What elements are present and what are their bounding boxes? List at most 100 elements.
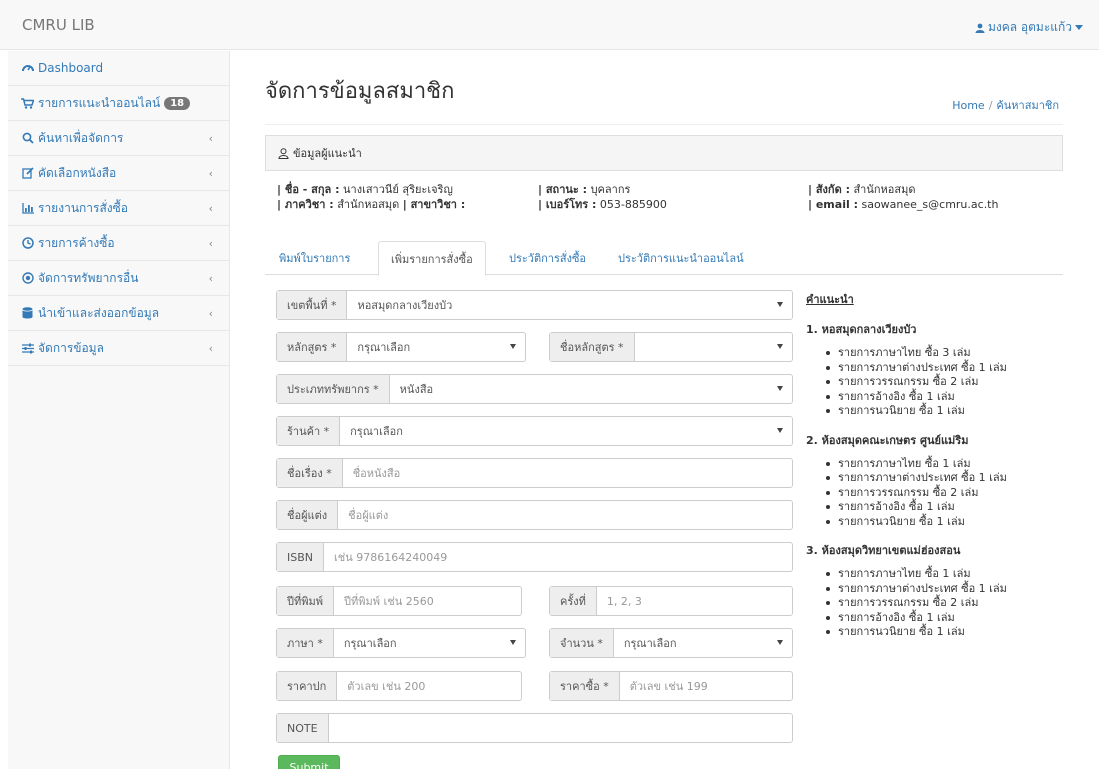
quantity-select[interactable]: จำนวน * กรุณาเลือก [549,628,793,658]
sidebar-item-label: รายงานการสั่งซื้อ [38,200,128,215]
resource-type-label: ประเภททรัพยากร * [277,375,390,403]
chevron-left-icon: ‹ [208,342,213,355]
title-label: ชื่อเรื่อง * [277,459,343,487]
user-menu[interactable]: มงคล อุตมะแก้ว [975,18,1083,37]
zone-value: หอสมุดกลางเวียงบัว [357,299,453,312]
isbn-input[interactable]: ISBN เช่น 9786164240049 [276,542,793,572]
brand-logo[interactable]: CMRU LIB [22,16,95,34]
chevron-left-icon: ‹ [208,272,213,285]
resource-type-value: หนังสือ [399,383,434,396]
sidebar-item-label: รายการแนะนำออนไลน์ [38,95,161,110]
user-icon [975,23,985,33]
chevron-left-icon: ‹ [208,202,213,215]
quantity-label: จำนวน * [550,629,614,657]
store-label: ร้านค้า * [277,417,341,445]
zone-label: เขตพื้นที่ * [277,291,348,319]
advice-heading: คำแนะนำ [806,293,854,306]
advice-panel: คำแนะนำ 1. หอสมุดกลางเวียงบัว รายการภาษา… [806,290,1086,652]
breadcrumb-separator: / [988,99,993,112]
caret-down-icon [777,640,783,645]
advice-section-title: 1. หอสมุดกลางเวียงบัว [806,323,917,336]
sidebar-item-data-manage[interactable]: จัดการข้อมูล ‹ [8,331,229,366]
list-item: รายการวรรณกรรม ซื้อ 2 เล่ม [826,596,1086,611]
tab-add-order[interactable]: เพิ่มรายการสั่งซื้อ [378,241,486,276]
divider [265,124,1063,125]
phone-label: | เบอร์โทร : [538,198,597,211]
isbn-label: ISBN [277,543,325,571]
database-icon [20,307,35,320]
list-item: รายการนวนิยาย ซื้อ 1 เล่ม [826,515,1086,530]
cover-price-placeholder: ตัวเลข เช่น 200 [347,680,426,693]
sidebar-item-select-books[interactable]: คัดเลือกหนังสือ ‹ [8,156,229,191]
sidebar-item-search-manage[interactable]: ค้นหาเพื่อจัดการ ‹ [8,121,229,156]
caret-down-icon [777,428,783,433]
dept-label: | ภาควิชา : [277,198,334,211]
resource-type-select[interactable]: ประเภททรัพยากร * หนังสือ [276,374,793,404]
caret-down-icon [777,302,783,307]
sidebar-item-label: จัดการข้อมูล [38,340,104,355]
title-input[interactable]: ชื่อเรื่อง * ชื่อหนังสือ [276,458,793,488]
list-item: รายการภาษาไทย ซื้อ 1 เล่ม [826,567,1086,582]
sidebar-item-label: คัดเลือกหนังสือ [38,165,117,180]
store-value: กรุณาเลือก [350,425,403,438]
caret-down-icon [777,344,783,349]
store-select[interactable]: ร้านค้า * กรุณาเลือก [276,416,793,446]
sidebar-item-online-recommend[interactable]: รายการแนะนำออนไลน์ 18 [8,86,229,121]
course-name-label: ชื่อหลักสูตร * [550,333,635,361]
edition-input[interactable]: ครั้งที่ 1, 2, 3 [549,586,793,616]
tab-print-list[interactable]: พิมพ์ใบรายการ [267,241,362,275]
edition-placeholder: 1, 2, 3 [606,594,642,608]
sidebar-item-label: รายการค้างซื้อ [38,235,115,250]
sidebar-item-other-resources[interactable]: จัดการทรัพยากรอื่น ‹ [8,261,229,296]
sidebar-item-import-export[interactable]: นำเข้าและส่งออกข้อมูล ‹ [8,296,229,331]
author-input[interactable]: ชื่อผู้แต่ง ชื่อผู้แต่ง [276,500,793,530]
course-name-select[interactable]: ชื่อหลักสูตร * [549,332,793,362]
list-item: รายการวรรณกรรม ซื้อ 2 เล่ม [826,486,1086,501]
user-name: มงคล อุตมะแก้ว [987,20,1072,34]
search-icon [20,132,35,145]
cart-icon [20,97,35,110]
caret-down-icon [510,640,516,645]
note-input[interactable]: NOTE [276,713,793,743]
zone-select[interactable]: เขตพื้นที่ * หอสมุดกลางเวียงบัว [276,290,793,320]
sidebar-item-dashboard[interactable]: Dashboard [8,51,229,86]
list-item: รายการวรรณกรรม ซื้อ 2 เล่ม [826,375,1086,390]
quantity-value: กรุณาเลือก [623,637,677,650]
list-item: รายการภาษาต่างประเทศ ซื้อ 1 เล่ม [826,582,1086,597]
name-value: นางเสาวนีย์ สุริยะเจริญ [343,183,453,196]
major-label: | สาขาวิชา : [402,198,466,211]
language-label: ภาษา * [277,629,334,657]
isbn-placeholder: เช่น 9786164240049 [334,551,448,564]
clock-icon [20,237,35,250]
sidebar-item-pending-orders[interactable]: รายการค้างซื้อ ‹ [8,226,229,261]
language-select[interactable]: ภาษา * กรุณาเลือก [276,628,526,658]
list-item: รายการอ้างอิง ซื้อ 1 เล่ม [826,500,1086,515]
edit-icon [20,167,35,180]
advice-list: รายการภาษาไทย ซื้อ 3 เล่ม รายการภาษาต่าง… [826,346,1086,419]
advice-section-title: 3. ห้องสมุดวิทยาเขตแม่ฮ่องสอน [806,544,961,557]
sidebar-item-label: จัดการทรัพยากรอื่น [38,270,139,285]
sidebar-item-order-report[interactable]: รายงานการสั่งซื้อ ‹ [8,191,229,226]
list-item: รายการอ้างอิง ซื้อ 1 เล่ม [826,611,1086,626]
advice-section-title: 2. ห้องสมุดคณะเกษตร ศูนย์แม่ริม [806,433,969,447]
phone-value: 053-885900 [599,198,667,211]
tab-recommend-history[interactable]: ประวัติการแนะนำออนไลน์ [606,241,756,275]
email-value: saowanee_s@cmru.ac.th [861,198,999,211]
course-select[interactable]: หลักสูตร * กรุณาเลือก [276,332,526,362]
breadcrumb-home[interactable]: Home [952,99,984,112]
note-placeholder [329,714,792,742]
tab-bar: พิมพ์ใบรายการ เพิ่มรายการสั่งซื้อ ประวัต… [265,241,1063,276]
dashboard-icon [20,62,35,75]
list-item: รายการภาษาต่างประเทศ ซื้อ 1 เล่ม [826,471,1086,486]
caret-down-icon [1075,24,1083,30]
count-badge: 18 [164,96,191,110]
user-outline-icon [278,147,289,159]
name-label: | ชื่อ - สกุล : [277,183,340,196]
tab-order-history[interactable]: ประวัติการสั่งซื้อ [497,241,598,275]
purchase-price-input[interactable]: ราคาซื้อ * ตัวเลข เช่น 199 [549,671,793,701]
status-label: | สถานะ : [538,183,588,196]
dept-value: สำนักหอสมุด [337,198,400,211]
cover-price-input[interactable]: ราคาปก ตัวเลข เช่น 200 [276,671,522,701]
year-input[interactable]: ปีที่พิมพ์ ปีที่พิมพ์ เช่น 2560 [276,586,522,616]
submit-button[interactable]: Submit [278,755,340,769]
